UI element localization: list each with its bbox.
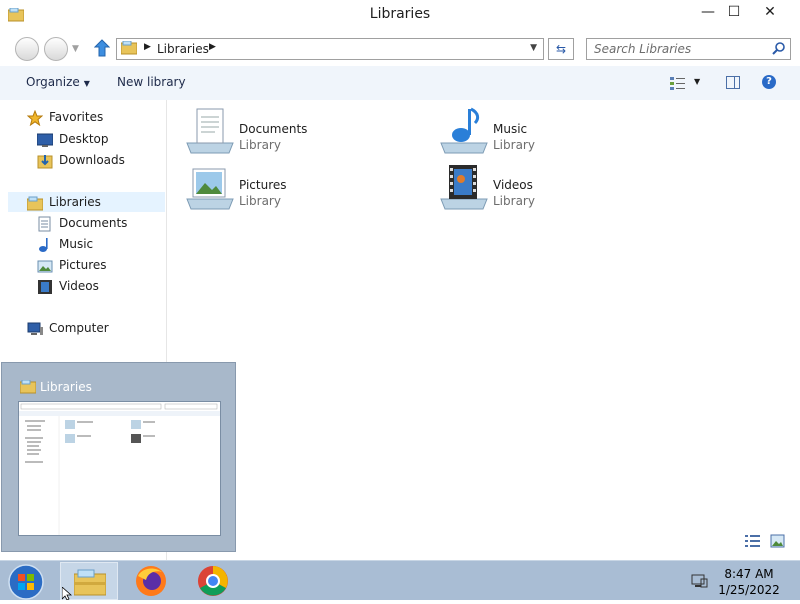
preview-pane-button[interactable]	[726, 76, 740, 89]
details-view-icon[interactable]	[745, 535, 760, 547]
address-bar[interactable]: ▶ Libraries ▶ ▼	[116, 38, 544, 60]
taskbar-thumbnail-preview[interactable]: Libraries	[1, 362, 236, 552]
search-placeholder: Search Libraries	[594, 42, 692, 56]
chevron-down-icon: ▼	[83, 79, 90, 88]
library-name: Music	[493, 122, 528, 136]
organize-button[interactable]: Organize ▼	[26, 75, 90, 89]
navigation-bar: ▼ ▶ Libraries ▶ ▼ ⇆ Search Libraries	[0, 32, 800, 66]
breadcrumb-separator-icon[interactable]: ▶	[209, 42, 216, 52]
view-switcher	[745, 534, 793, 551]
library-type: Library	[239, 194, 281, 208]
taskbar: 8:47 AM 1/25/2022	[0, 560, 800, 600]
close-button[interactable]: ✕	[754, 2, 786, 22]
explorer-icon	[73, 568, 107, 599]
content-area: Documents Library Music Library Pictures…	[167, 100, 800, 560]
breadcrumb-libraries[interactable]: Libraries	[157, 42, 209, 56]
pictures-library-icon	[185, 163, 237, 211]
system-clock[interactable]: 8:47 AM 1/25/2022	[716, 566, 782, 598]
chrome-icon[interactable]	[196, 564, 230, 601]
new-library-button[interactable]: New library	[117, 75, 186, 89]
pictures-icon	[37, 258, 53, 274]
music-icon	[37, 237, 53, 253]
documents-icon	[37, 216, 53, 232]
search-icon[interactable]	[772, 41, 786, 58]
desktop-icon	[36, 132, 54, 148]
window-thumbnail[interactable]	[18, 401, 221, 536]
back-button[interactable]	[15, 37, 39, 61]
help-icon[interactable]: ?	[762, 75, 776, 89]
library-pictures[interactable]: Pictures Library	[185, 163, 415, 211]
videos-library-icon	[439, 163, 491, 211]
library-music[interactable]: Music Library	[439, 107, 669, 155]
maximize-button[interactable]: ☐	[718, 2, 750, 22]
mouse-cursor-icon	[61, 586, 73, 603]
computer-icon	[27, 321, 43, 337]
view-options-dropdown-icon[interactable]: ▼	[694, 77, 700, 86]
documents-library-icon	[185, 107, 237, 155]
library-name: Documents	[239, 122, 308, 136]
recent-locations-dropdown-icon[interactable]: ▼	[72, 44, 79, 54]
library-videos[interactable]: Videos Library	[439, 163, 669, 211]
library-type: Library	[493, 194, 535, 208]
libraries-icon	[120, 40, 138, 58]
address-dropdown-icon[interactable]: ▼	[530, 43, 537, 53]
up-arrow-icon[interactable]	[93, 39, 111, 60]
library-type: Library	[493, 138, 535, 152]
change-view-icon[interactable]	[670, 76, 686, 93]
search-input[interactable]: Search Libraries	[586, 38, 791, 60]
star-icon	[26, 109, 44, 127]
clock-time: 8:47 AM	[724, 567, 774, 581]
music-library-icon	[439, 107, 491, 155]
libraries-icon	[26, 195, 44, 211]
downloads-icon	[37, 153, 53, 169]
library-name: Pictures	[239, 178, 287, 192]
network-icon[interactable]	[690, 573, 708, 592]
videos-icon	[37, 279, 53, 295]
organize-label: Organize	[26, 75, 80, 89]
refresh-button[interactable]: ⇆	[548, 38, 574, 60]
start-orb-icon[interactable]	[7, 563, 45, 601]
large-icons-view-icon[interactable]	[770, 534, 785, 548]
preview-title: Libraries	[40, 380, 92, 394]
library-documents[interactable]: Documents Library	[185, 107, 415, 155]
breadcrumb-separator-icon[interactable]: ▶	[144, 42, 151, 52]
window-title: Libraries	[369, 6, 431, 22]
library-type: Library	[239, 138, 281, 152]
title-bar: Libraries — ☐ ✕	[0, 0, 800, 32]
libraries-icon	[19, 379, 37, 397]
forward-button[interactable]	[44, 37, 68, 61]
command-bar: Organize ▼ New library ▼ ?	[0, 66, 800, 100]
clock-date: 1/25/2022	[718, 583, 780, 597]
library-name: Videos	[493, 178, 533, 192]
firefox-icon[interactable]	[134, 564, 168, 601]
